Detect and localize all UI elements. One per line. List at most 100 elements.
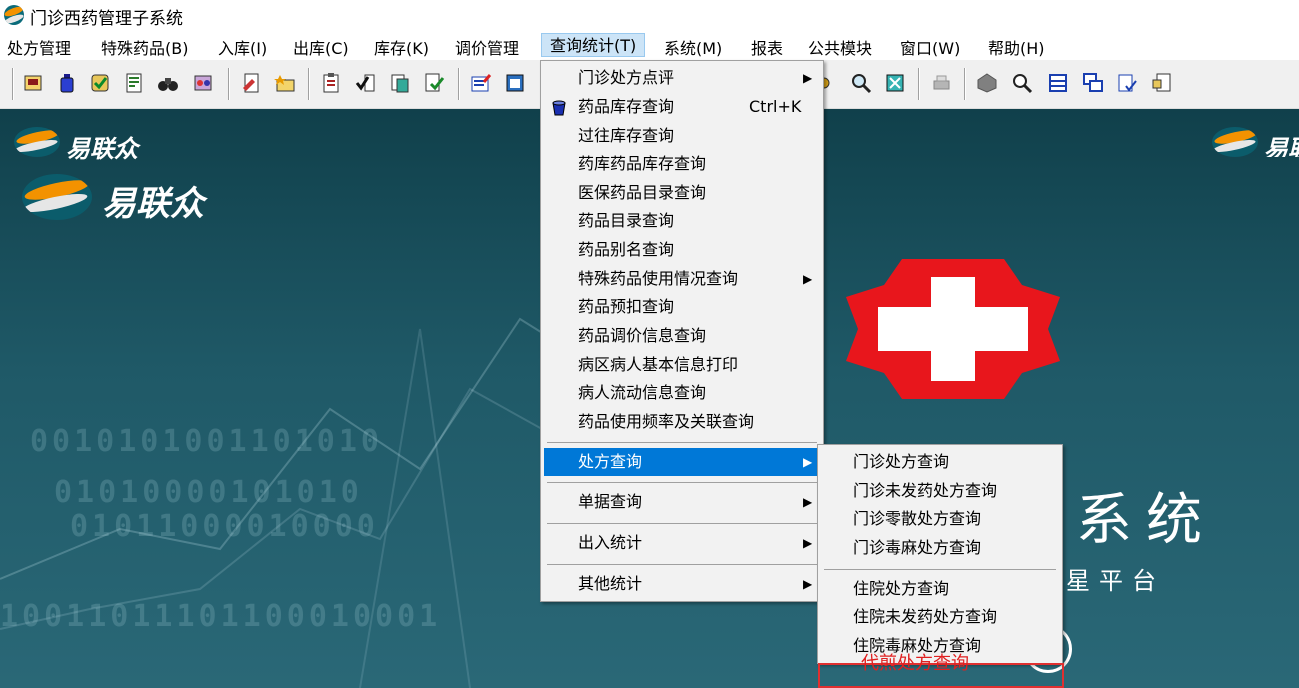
brand-logo-right: 易联众 [1212, 127, 1299, 157]
query-statistics-menu: 门诊处方点评 ▶ 药品库存查询 Ctrl+K 过往库存查询 药库药品库存查询 医… [540, 60, 824, 602]
red-cross-emblem [846, 259, 1060, 399]
shape-icon[interactable] [976, 72, 998, 94]
toolbar-separator [228, 68, 230, 100]
submenu-item-outpatient-scattered[interactable]: 门诊零散处方查询 [820, 505, 1060, 533]
brand-logo-icon [22, 174, 92, 220]
binary-text: 0010101001101010 [30, 424, 383, 459]
menu-prescription-management[interactable]: 处方管理 [7, 35, 71, 59]
toolbar-separator [308, 68, 310, 100]
clipboard-icon[interactable] [320, 72, 342, 94]
printer-icon[interactable] [930, 72, 952, 94]
binary-text: 01010000101010 [54, 475, 363, 510]
menu-bar: 处方管理 特殊药品(B) 入库(I) 出库(C) 库存(K) 调价管理 查询统计… [0, 32, 1299, 60]
search-icon[interactable] [850, 72, 872, 94]
menu-separator [824, 569, 1056, 570]
brand-logo-small: 易联众 [14, 127, 174, 163]
bottle-icon[interactable] [56, 72, 78, 94]
menu-window[interactable]: 窗口(W) [900, 35, 960, 59]
paste-special-icon[interactable] [1151, 72, 1173, 94]
toolbar-separator [12, 68, 14, 100]
menu-query-statistics[interactable]: 查询统计(T) [541, 33, 646, 57]
shortcut-label: Ctrl+K [749, 97, 802, 116]
brand-name: 易联众 [1264, 135, 1299, 157]
menu-item-ward-patient-print[interactable]: 病区病人基本信息打印 [543, 351, 821, 379]
submenu-arrow-icon: ▶ [803, 495, 813, 509]
menu-item-past-stock-query[interactable]: 过往库存查询 [543, 122, 821, 150]
toolbar-separator [964, 68, 966, 100]
inbox-icon[interactable] [22, 72, 44, 94]
pill-icon[interactable] [192, 72, 214, 94]
menu-separator [547, 523, 817, 524]
approve-icon[interactable] [89, 72, 111, 94]
bucket-icon [552, 100, 566, 116]
menu-inventory[interactable]: 库存(K) [374, 35, 429, 59]
submenu-arrow-icon: ▶ [803, 577, 813, 591]
menu-stock-out[interactable]: 出库(C) [293, 35, 349, 59]
submenu-item-outpatient-narcotic[interactable]: 门诊毒麻处方查询 [820, 534, 1060, 562]
brand-logo-large: 易联众 [22, 174, 262, 224]
brand-logo-icon [14, 127, 60, 157]
menu-item-drug-alias-query[interactable]: 药品别名查询 [543, 236, 821, 264]
menu-help[interactable]: 帮助(H) [988, 35, 1045, 59]
submenu-arrow-icon: ▶ [803, 455, 813, 469]
menu-stock-in[interactable]: 入库(I) [218, 35, 267, 59]
system-title: 系统 [1076, 488, 1216, 553]
toolbar-separator [918, 68, 920, 100]
menu-reports[interactable]: 报表 [751, 35, 783, 59]
menu-special-drugs[interactable]: 特殊药品(B) [101, 35, 188, 59]
binoculars-icon[interactable] [157, 72, 179, 94]
submenu-item-inpatient-undispensed[interactable]: 住院未发药处方查询 [820, 603, 1060, 631]
menu-system[interactable]: 系统(M) [664, 35, 722, 59]
menu-item-usage-frequency-query[interactable]: 药品使用频率及关联查询 [543, 408, 821, 436]
menu-separator [547, 482, 817, 483]
folder-star-icon[interactable] [274, 72, 296, 94]
submenu-item-outpatient-undispensed[interactable]: 门诊未发药处方查询 [820, 477, 1060, 505]
submenu-arrow-icon: ▶ [803, 272, 813, 286]
check-list-icon[interactable] [355, 72, 377, 94]
edit-form-icon[interactable] [470, 72, 492, 94]
menu-item-drug-catalog-query[interactable]: 药品目录查询 [543, 207, 821, 235]
submenu-arrow-icon: ▶ [803, 536, 813, 550]
brand-name: 易联众 [102, 184, 204, 224]
checklist-icon[interactable] [1116, 72, 1138, 94]
submenu-item-outpatient-rx[interactable]: 门诊处方查询 [820, 448, 1060, 476]
app-logo-icon [4, 5, 24, 25]
check-doc-icon[interactable] [423, 72, 445, 94]
paste-icon[interactable] [389, 72, 411, 94]
menu-item-inout-statistics[interactable]: 出入统计 ▶ [543, 529, 821, 557]
document-edit-icon[interactable] [240, 72, 262, 94]
menu-common-modules[interactable]: 公共模块 [808, 35, 872, 59]
menu-item-prescription-review[interactable]: 门诊处方点评 ▶ [543, 64, 821, 92]
menu-item-other-statistics[interactable]: 其他统计 ▶ [543, 570, 821, 598]
cancel-box-icon[interactable] [884, 72, 906, 94]
menu-item-special-drug-usage[interactable]: 特殊药品使用情况查询 ▶ [543, 265, 821, 293]
menu-item-drug-stock-query[interactable]: 药品库存查询 Ctrl+K [543, 93, 821, 121]
window-title: 门诊西药管理子系统 [30, 9, 183, 29]
menu-item-patient-flow-query[interactable]: 病人流动信息查询 [543, 379, 821, 407]
menu-item-document-query[interactable]: 单据查询 ▶ [543, 488, 821, 516]
cascade-icon[interactable] [1082, 72, 1104, 94]
menu-price-adjust[interactable]: 调价管理 [455, 35, 519, 59]
submenu-item-inpatient-rx[interactable]: 住院处方查询 [820, 575, 1060, 603]
report-icon[interactable] [123, 72, 145, 94]
menu-item-prescription-query[interactable]: 处方查询 ▶ [544, 448, 822, 476]
prescription-query-submenu: 门诊处方查询 门诊未发药处方查询 门诊零散处方查询 门诊毒麻处方查询 住院处方查… [817, 444, 1063, 664]
menu-item-drug-reservation-query[interactable]: 药品预扣查询 [543, 293, 821, 321]
menu-separator [547, 564, 817, 565]
binary-text: 10011011101100010001 [0, 599, 442, 634]
annotation-text: 代煎处方查询 [861, 653, 969, 674]
brand-logo-icon [1212, 127, 1258, 157]
binary-text: 01011000010000 [70, 509, 379, 544]
menu-item-price-adjust-info[interactable]: 药品调价信息查询 [543, 322, 821, 350]
menu-item-insurance-catalog-query[interactable]: 医保药品目录查询 [543, 179, 821, 207]
toolbar-separator [458, 68, 460, 100]
zoom-icon[interactable] [1011, 72, 1033, 94]
brand-name: 易联众 [66, 135, 138, 163]
window-icon[interactable] [504, 72, 526, 94]
table-icon[interactable] [1047, 72, 1069, 94]
menu-item-warehouse-stock-query[interactable]: 药库药品库存查询 [543, 150, 821, 178]
system-subtitle: 星平台 [1066, 567, 1165, 595]
menu-separator [547, 442, 817, 443]
submenu-arrow-icon: ▶ [803, 71, 813, 85]
title-bar: 门诊西药管理子系统 [0, 0, 1299, 32]
